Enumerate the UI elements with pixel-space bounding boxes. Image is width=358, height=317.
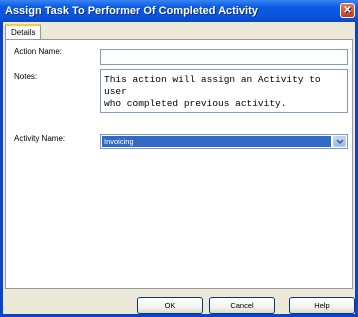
help-button[interactable]: Help	[289, 297, 355, 314]
dialog-window: Assign Task To Performer Of Completed Ac…	[0, 0, 358, 317]
title-bar[interactable]: Assign Task To Performer Of Completed Ac…	[0, 0, 358, 22]
dropdown-button[interactable]	[333, 136, 346, 147]
tab-details[interactable]: Details	[5, 24, 42, 40]
cancel-button[interactable]: Cancel	[209, 297, 275, 314]
button-bar: OK Cancel Help	[3, 289, 355, 317]
notes-label: Notes:	[14, 72, 38, 81]
window-title: Assign Task To Performer Of Completed Ac…	[5, 5, 258, 17]
activity-name-label: Activity Name:	[14, 134, 66, 143]
close-icon: ✕	[343, 5, 352, 16]
close-button[interactable]: ✕	[340, 3, 355, 18]
activity-name-select[interactable]: Invoicing	[100, 134, 348, 149]
notes-field[interactable]: This action will assign an Activity to u…	[100, 69, 348, 113]
details-panel: Action Name: Notes: This action will ass…	[5, 39, 353, 289]
action-name-label: Action Name:	[14, 47, 63, 56]
chevron-down-icon	[336, 139, 344, 145]
ok-button[interactable]: OK	[137, 297, 203, 314]
action-name-field[interactable]	[100, 49, 348, 65]
activity-name-value: Invoicing	[102, 136, 331, 147]
